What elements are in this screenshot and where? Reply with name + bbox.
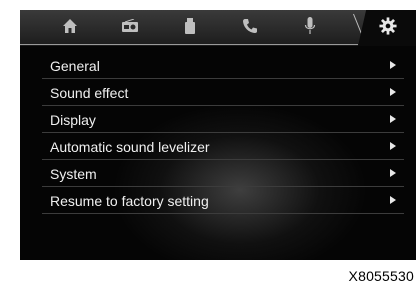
tab-settings-icon-wrap[interactable] bbox=[360, 10, 416, 42]
phone-icon bbox=[243, 19, 257, 33]
tab-home[interactable] bbox=[46, 10, 94, 42]
menu-item-general[interactable]: General bbox=[20, 52, 416, 79]
chevron-right-icon bbox=[390, 61, 396, 69]
menu-item-label: Display bbox=[50, 111, 96, 128]
tab-radio[interactable] bbox=[106, 10, 154, 42]
menu-item-resume-factory-setting[interactable]: Resume to factory setting bbox=[20, 187, 416, 214]
settings-menu: General Sound effect Display Automatic s… bbox=[20, 52, 416, 214]
menu-item-label: General bbox=[50, 57, 100, 74]
chevron-right-icon bbox=[390, 169, 396, 177]
row-divider bbox=[42, 213, 404, 214]
menu-item-label: Sound effect bbox=[50, 84, 129, 101]
menu-item-display[interactable]: Display bbox=[20, 106, 416, 133]
home-icon bbox=[63, 19, 77, 33]
menu-item-system[interactable]: System bbox=[20, 160, 416, 187]
tab-phone[interactable] bbox=[226, 10, 274, 42]
menu-item-sound-effect[interactable]: Sound effect bbox=[20, 79, 416, 106]
tab-voice[interactable] bbox=[286, 10, 334, 42]
usb-media-icon bbox=[185, 18, 195, 34]
tab-bar bbox=[20, 10, 416, 46]
chevron-right-icon bbox=[390, 115, 396, 123]
menu-item-label: Automatic sound levelizer bbox=[50, 138, 210, 155]
settings-gear-icon bbox=[379, 17, 397, 35]
tab-usb-media[interactable] bbox=[166, 10, 214, 42]
tab-divider bbox=[20, 44, 358, 45]
menu-item-label: Resume to factory setting bbox=[50, 192, 209, 209]
radio-icon bbox=[122, 19, 138, 32]
chevron-right-icon bbox=[390, 196, 396, 204]
microphone-icon bbox=[304, 17, 316, 34]
settings-screen: General Sound effect Display Automatic s… bbox=[20, 10, 416, 260]
menu-item-label: System bbox=[50, 165, 97, 182]
menu-item-automatic-sound-levelizer[interactable]: Automatic sound levelizer bbox=[20, 133, 416, 160]
chevron-right-icon bbox=[390, 142, 396, 150]
chevron-right-icon bbox=[390, 88, 396, 96]
figure-code: X8055530 bbox=[348, 268, 414, 284]
